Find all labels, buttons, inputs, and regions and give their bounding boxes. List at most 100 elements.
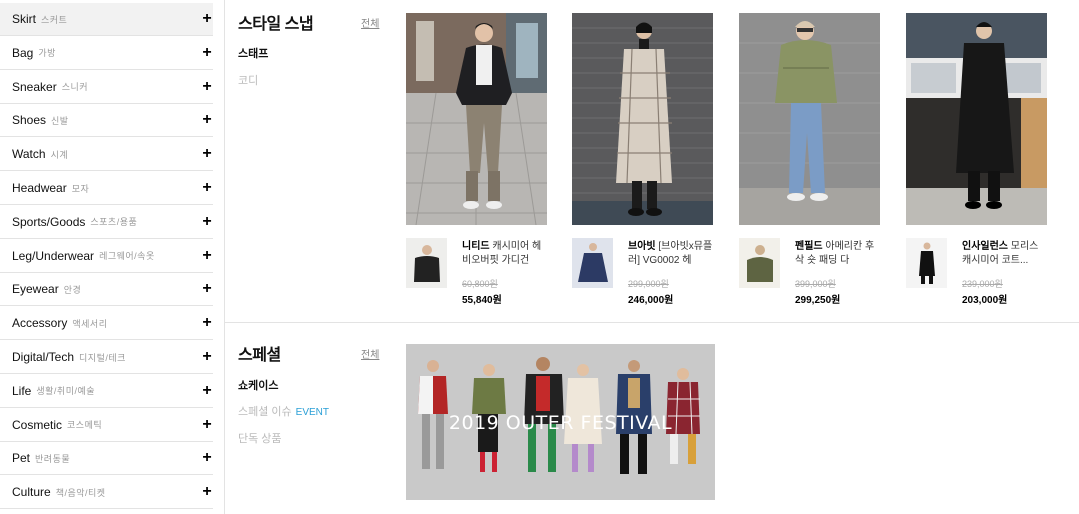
style-snap-all-link[interactable]: 전체	[361, 15, 379, 30]
sidebar-item-label: Leg/Underwear	[12, 248, 95, 263]
tab-staff[interactable]: 스태프	[238, 45, 268, 61]
product-name-4[interactable]: 인사일런스 모리스 캐시미어 코트...	[962, 240, 1050, 268]
sidebar-item-korean-label: 레그웨어/속옷	[99, 251, 155, 262]
expand-plus-icon[interactable]: +	[201, 146, 213, 162]
product-name-2[interactable]: 브아빗 [브아빗x뮤플러] VG0002 헤	[628, 240, 716, 268]
sidebar-item-cosmetic[interactable]: Cosmetic 코스메틱 +	[0, 409, 213, 442]
sidebar-item-korean-label: 반려동물	[35, 453, 71, 464]
snap-photo-3[interactable]	[739, 13, 880, 225]
sidebar-item-korean-label: 안경	[63, 284, 82, 295]
snap-photo-4[interactable]	[906, 13, 1047, 225]
sidebar-item-korean-label: 책/음악/티켓	[55, 487, 106, 498]
sidebar-item-korean-label: 코스메틱	[67, 420, 103, 431]
sidebar-item-skirt[interactable]: Skirt 스커트 +	[0, 3, 213, 36]
sidebar-item-label: Culture	[12, 485, 51, 500]
sidebar-item-korean-label: 디지털/테크	[79, 352, 126, 363]
expand-plus-icon[interactable]: +	[201, 416, 213, 433]
sidebar-item-label: Life	[12, 383, 32, 398]
sidebar-divider	[224, 0, 225, 514]
sidebar-item-label: Watch	[12, 147, 46, 162]
outer-festival-banner[interactable]: 2019 OUTER FESTIVAL	[406, 344, 715, 500]
sidebar-item-eyewear[interactable]: Eyewear 안경 +	[0, 273, 213, 307]
expand-plus-icon[interactable]: +	[201, 484, 213, 500]
expand-plus-icon[interactable]: +	[201, 450, 213, 466]
banner-title: 2019 OUTER FESTIVAL	[448, 412, 673, 434]
product-old-price-1: 60,800원	[462, 279, 498, 289]
sidebar-item-leg-underwear[interactable]: Leg/Underwear 레그웨어/속옷 +	[0, 240, 213, 273]
expand-plus-icon[interactable]: +	[201, 112, 213, 128]
sidebar-item-life[interactable]: Life 생활/취미/예술 +	[0, 375, 213, 408]
sidebar-item-label: Cosmetic	[12, 417, 63, 432]
sidebar-item-korean-label: 시계	[50, 149, 69, 160]
tab-showcase[interactable]: 쇼케이스	[238, 377, 278, 393]
sidebar-item-label: Shoes	[12, 113, 47, 128]
sidebar-item-korean-label: 신발	[51, 115, 69, 126]
sidebar-item-headwear[interactable]: Headwear 모자 +	[0, 172, 213, 205]
sidebar-item-label: Accessory	[12, 316, 68, 331]
sidebar-item-label: Sneaker	[12, 79, 57, 94]
sidebar-item-label: Sports/Goods	[12, 214, 86, 229]
sidebar-item-label: Skirt	[12, 12, 36, 26]
product-price-4: 203,000원	[962, 295, 1008, 306]
expand-plus-icon[interactable]: +	[201, 44, 213, 61]
category-sidebar: Skirt 스커트 + Bag 가방 + Sneaker 스니커 + Shoes 신발 + Watch 시…	[0, 0, 213, 514]
product-brand-1: 니티드	[462, 241, 490, 252]
expand-plus-icon[interactable]: +	[201, 180, 213, 196]
sidebar-item-bag[interactable]: Bag 가방 +	[0, 37, 213, 70]
sidebar-item-korean-label: 가방	[38, 48, 56, 59]
sidebar-item-accessory[interactable]: Accessory 액세서리 +	[0, 307, 213, 341]
tab-codi[interactable]: 코디	[238, 72, 258, 88]
expand-plus-icon[interactable]: +	[201, 11, 213, 27]
product-brand-4: 인사일런스	[962, 241, 1008, 252]
section-divider	[225, 322, 1079, 323]
sidebar-item-label: Digital/Tech	[12, 350, 75, 364]
product-thumb-3[interactable]	[739, 238, 780, 288]
sidebar-item-sports-goods[interactable]: Sports/Goods 스포츠/용품 +	[0, 206, 213, 239]
sidebar-item-label: Pet	[12, 451, 31, 466]
expand-plus-icon[interactable]: +	[201, 382, 213, 399]
expand-plus-icon[interactable]: +	[201, 349, 213, 365]
expand-plus-icon[interactable]: +	[201, 213, 213, 230]
tab-special-issue[interactable]: 스페셜 이슈 EVENT	[238, 403, 329, 419]
sidebar-item-korean-label: 스포츠/용품	[90, 217, 138, 228]
expand-plus-icon[interactable]: +	[201, 247, 213, 264]
style-snap-title: 스타일 스냅	[238, 16, 314, 33]
expand-plus-icon[interactable]: +	[201, 281, 213, 297]
sidebar-item-watch[interactable]: Watch 시계 +	[0, 138, 213, 172]
sidebar-item-korean-label: 스니커	[61, 82, 89, 93]
product-brand-3: 펜필드	[795, 241, 823, 252]
expand-plus-icon[interactable]: +	[201, 78, 213, 95]
product-price-1: 55,840원	[462, 295, 502, 306]
product-brand-2: 브아빗	[628, 241, 656, 252]
product-name-3[interactable]: 펜필드 아메리칸 후삭 숏 패딩 다	[795, 240, 883, 268]
product-name-1[interactable]: 니티드 캐시미어 헤비오버핏 가디건	[462, 240, 550, 268]
product-old-price-3: 399,000원	[795, 279, 836, 289]
special-all-link[interactable]: 전체	[361, 346, 379, 361]
snap-photo-2[interactable]	[572, 13, 713, 225]
product-thumb-2[interactable]	[572, 238, 613, 288]
sidebar-item-korean-label: 액세서리	[72, 318, 108, 329]
tab-special-issue-label: 스페셜 이슈	[238, 406, 292, 418]
expand-plus-icon[interactable]: +	[201, 315, 213, 331]
sidebar-item-label: Eyewear	[12, 282, 59, 297]
sidebar-item-korean-label: 생활/취미/예술	[36, 386, 96, 397]
sidebar-item-pet[interactable]: Pet 반려동물 +	[0, 442, 213, 476]
product-old-price-4: 239,000원	[962, 279, 1003, 289]
sidebar-item-sneaker[interactable]: Sneaker 스니커 +	[0, 71, 213, 104]
snap-photo-1[interactable]	[406, 13, 547, 225]
product-price-3: 299,250원	[795, 295, 841, 306]
sidebar-item-korean-label: 모자	[71, 183, 90, 194]
product-thumb-1[interactable]	[406, 238, 447, 288]
product-old-price-2: 299,000원	[628, 279, 669, 289]
sidebar-item-shoes[interactable]: Shoes 신발 +	[0, 104, 213, 138]
product-price-2: 246,000원	[628, 295, 674, 306]
product-thumb-4[interactable]	[906, 238, 947, 288]
tab-exclusive[interactable]: 단독 상품	[238, 430, 282, 446]
sidebar-item-label: Headwear	[12, 181, 67, 195]
sidebar-item-digital-tech[interactable]: Digital/Tech 디지털/테크 +	[0, 341, 213, 374]
sidebar-item-label: Bag	[12, 45, 34, 60]
sidebar-item-culture[interactable]: Culture 책/음악/티켓 +	[0, 476, 213, 510]
sidebar-item-korean-label: 스커트	[41, 14, 68, 25]
special-title: 스페셜	[238, 347, 281, 364]
event-tag: EVENT	[295, 407, 329, 418]
